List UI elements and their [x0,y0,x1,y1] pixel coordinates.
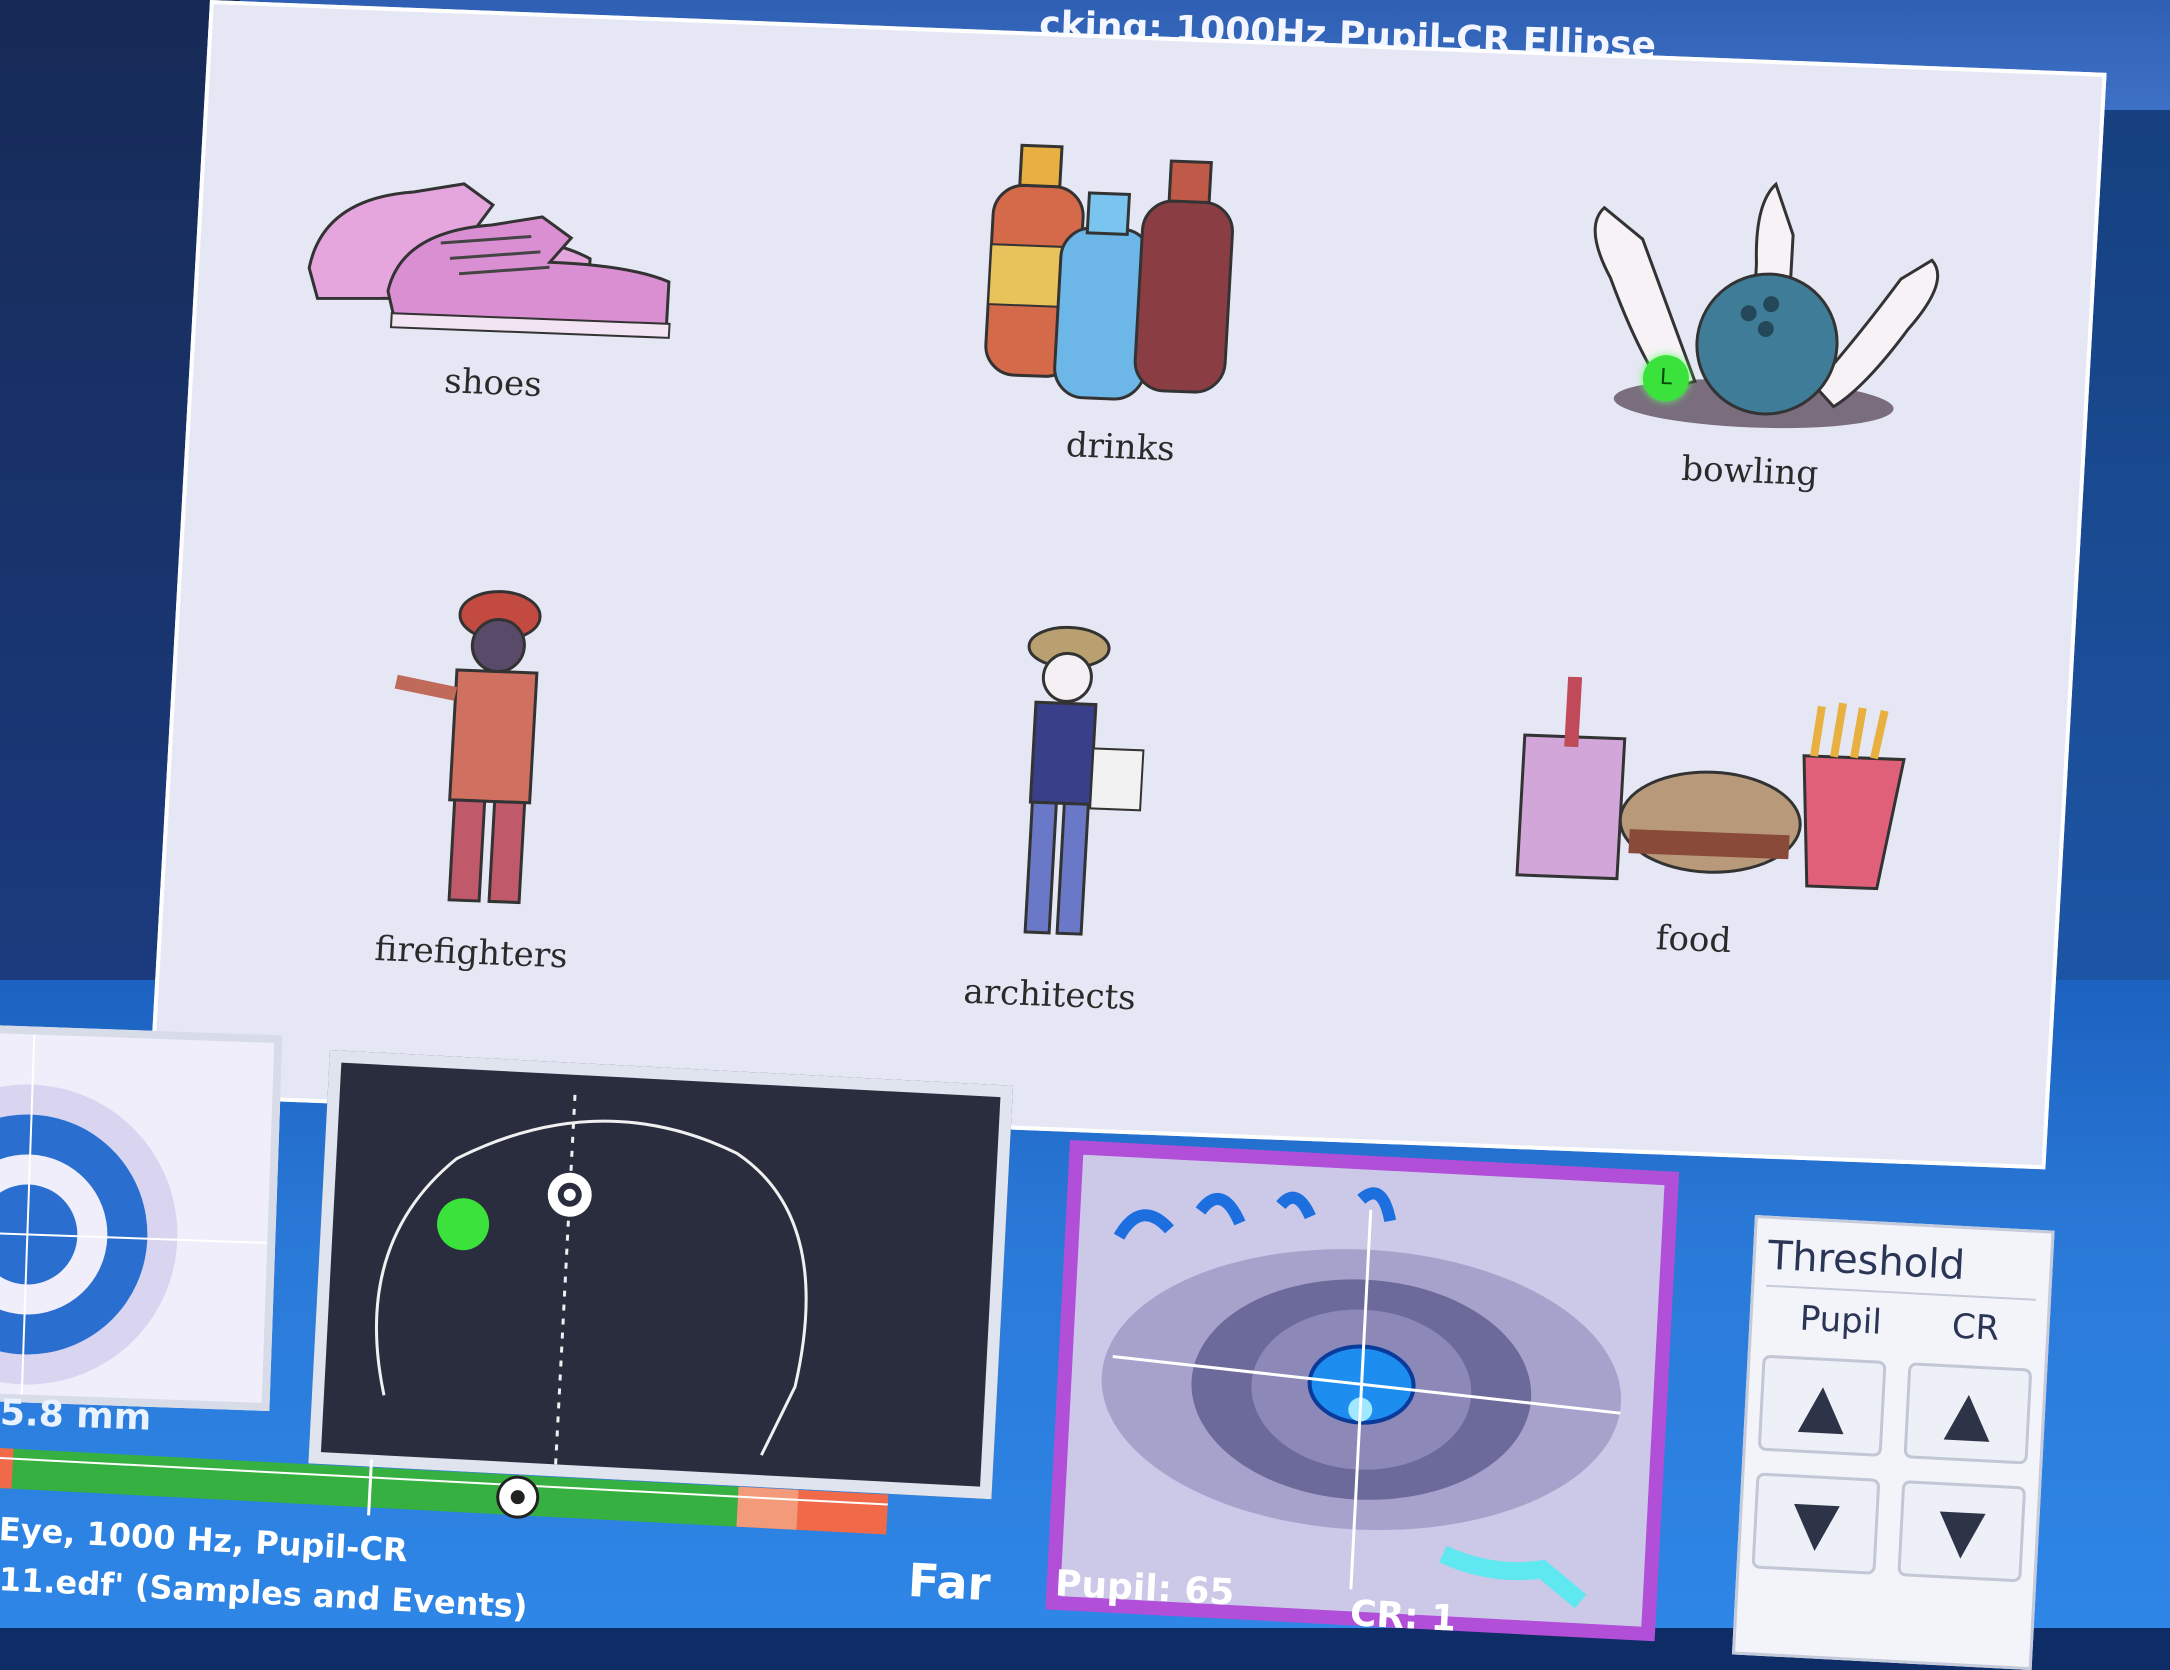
stimulus-item-architects: architects [899,612,1221,1021]
threshold-panel: Threshold Pupil CR ▲ ▲ ▼ ▼ [1731,1215,2055,1670]
stimulus-label: firefighters [373,929,569,977]
stimulus-label: architects [962,971,1137,1019]
pupil-threshold-up-button[interactable]: ▲ [1757,1354,1887,1457]
stimulus-display: shoes drinks bowling L firefighters arch… [148,0,2107,1170]
stimulus-item-drinks: drinks [909,122,1348,476]
stimulus-item-shoes: shoes [282,137,716,411]
eye-target-icon [0,1033,275,1403]
architect-icon [1023,625,1145,936]
stimulus-item-bowling: bowling L [1519,165,1996,500]
food-icon [1515,676,1906,891]
arrow-down-icon: ▼ [1936,1495,1987,1568]
threshold-title: Threshold [1766,1232,2039,1301]
eye-thumbnail [0,1024,283,1412]
drinks-icon [984,143,1234,401]
distance-far-label: Far [906,1552,992,1612]
gaze-position-panel [308,1050,1014,1500]
camera-image [1060,1154,1665,1627]
cr-threshold-down-button[interactable]: ▼ [1897,1480,2027,1583]
cr-threshold-value: CR: 1 [1348,1593,1458,1640]
camera-image-panel [1045,1140,1680,1642]
eye-camera-icon [1060,1154,1665,1627]
bowling-icon [1593,181,1940,429]
threshold-cr-label: CR [1950,1306,2001,1349]
gaze-ellipse-icon [374,1094,808,1465]
stimulus-item-food: food [1463,673,1938,968]
shoes-icon [307,182,671,339]
arrow-up-icon: ▲ [1943,1377,1993,1450]
stimulus-label: shoes [443,361,543,405]
threshold-pupil-label: Pupil [1798,1298,1883,1343]
arrow-up-icon: ▲ [1797,1369,1847,1442]
stimulus-label: food [1654,918,1733,962]
stimulus-label: drinks [1064,425,1176,470]
pupil-size-readout: 5.8 mm [0,1392,153,1439]
stimulus-item-firefighters: firefighters [320,570,642,979]
pupil-threshold-down-button[interactable]: ▼ [1751,1472,1881,1575]
stimulus-label: bowling [1680,448,1820,495]
cr-threshold-up-button[interactable]: ▲ [1903,1362,2033,1465]
firefighter-icon [394,590,542,905]
arrow-down-icon: ▼ [1791,1487,1841,1560]
